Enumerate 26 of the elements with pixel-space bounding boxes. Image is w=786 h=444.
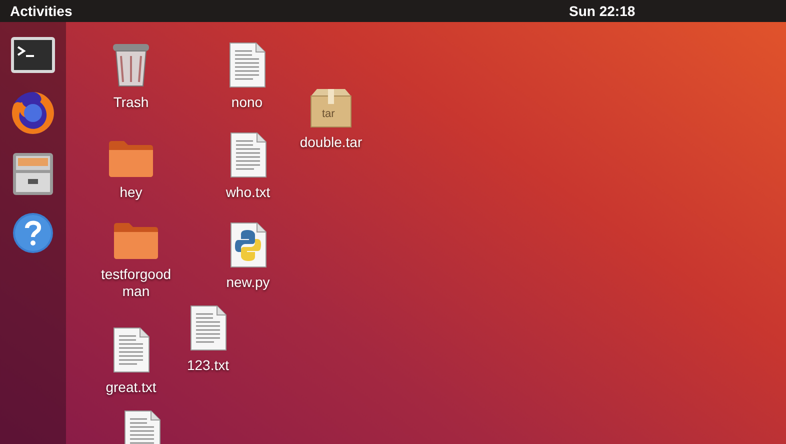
text-file-icon[interactable] [229, 132, 267, 178]
text-file-icon[interactable] [228, 42, 266, 88]
file-type-label: tar [322, 107, 335, 122]
file-name: nono [230, 94, 264, 111]
folder-icon[interactable] [112, 222, 160, 260]
clock[interactable]: Sun 22:18 [569, 0, 636, 22]
file-name: Trash [112, 94, 150, 111]
activities-button[interactable]: Activities [0, 0, 72, 22]
folder-icon[interactable] [107, 140, 155, 178]
browser-icon[interactable] [10, 90, 56, 136]
file-name: 123.txt [186, 357, 230, 374]
text-file-icon[interactable] [112, 327, 150, 373]
package-icon[interactable] [309, 88, 353, 128]
text-file-icon[interactable] [123, 410, 161, 444]
file-name: who.txt [224, 184, 272, 201]
file-name: great.txt [104, 379, 158, 396]
help-icon[interactable] [12, 212, 54, 254]
file-name: double.tar [298, 134, 364, 151]
file-name: new.py [225, 274, 271, 291]
trash-icon[interactable] [111, 42, 151, 88]
file-cabinet-icon[interactable] [12, 152, 54, 196]
terminal-icon[interactable] [10, 36, 56, 74]
file-name: hey [118, 184, 144, 201]
text-file-icon[interactable] [189, 305, 227, 351]
file-name: testforgoodman [100, 266, 172, 300]
python-file-icon[interactable] [229, 222, 267, 268]
